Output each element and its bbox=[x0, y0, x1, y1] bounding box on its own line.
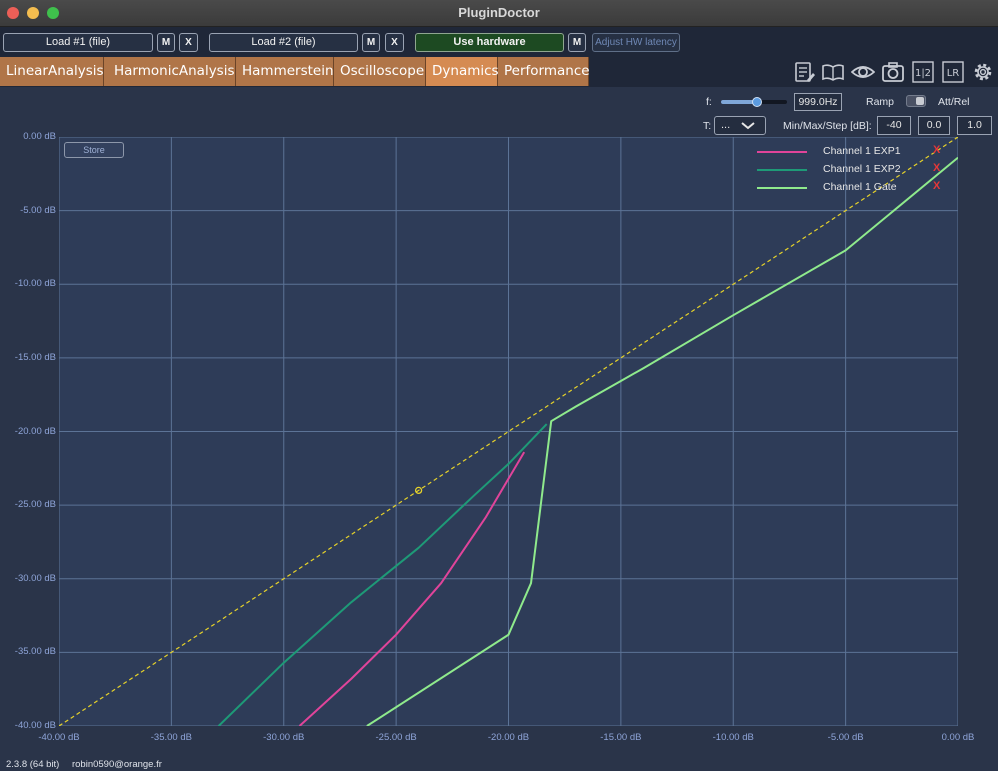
ramp-toggle[interactable] bbox=[906, 95, 926, 107]
dynamics-plot[interactable] bbox=[58, 136, 959, 727]
lr-icon[interactable]: LR bbox=[941, 60, 965, 84]
frequency-slider[interactable] bbox=[721, 97, 787, 107]
x-tick-label: -5.00 dB bbox=[827, 732, 864, 743]
t-dropdown-value: ... bbox=[721, 119, 731, 131]
t-dropdown[interactable]: ... bbox=[714, 116, 766, 135]
legend-label: Channel 1 Gate bbox=[823, 181, 897, 193]
frequency-value[interactable]: 999.0Hz bbox=[794, 93, 842, 111]
window-title: PluginDoctor bbox=[458, 5, 540, 20]
status-bar: 2.3.8 (64 bit) robin0590@orange.fr bbox=[0, 758, 998, 771]
store-button[interactable]: Store bbox=[64, 142, 124, 158]
x-tick-label: -30.00 dB bbox=[263, 732, 305, 743]
tab-dynamics[interactable]: Dynamics bbox=[426, 57, 499, 86]
manual-book-icon[interactable] bbox=[821, 60, 845, 84]
x-tick-label: 0.00 dB bbox=[941, 732, 975, 743]
notes-icon[interactable] bbox=[792, 60, 816, 84]
y-tick-label: -35.00 dB bbox=[14, 646, 56, 658]
y-tick-label: -20.00 dB bbox=[14, 425, 56, 437]
camera-icon[interactable] bbox=[881, 60, 905, 84]
load-2-mono-button[interactable]: M bbox=[362, 33, 380, 52]
load-2-clear-button[interactable]: X bbox=[385, 33, 404, 52]
ramp-label: Ramp bbox=[866, 96, 895, 108]
chevron-down-icon bbox=[741, 122, 755, 130]
title-bar: PluginDoctor bbox=[0, 0, 998, 27]
x-tick-label: -15.00 dB bbox=[600, 732, 642, 743]
y-tick-label: -5.00 dB bbox=[20, 204, 56, 216]
y-tick-label: -25.00 dB bbox=[14, 499, 56, 511]
remove-series-button[interactable]: X bbox=[933, 144, 940, 156]
legend-label: Channel 1 EXP2 bbox=[823, 163, 901, 175]
x-tick-label: -35.00 dB bbox=[150, 732, 192, 743]
version-text: 2.3.8 (64 bit) bbox=[6, 759, 60, 770]
load-1-button[interactable]: Load #1 (file) bbox=[3, 33, 153, 52]
gear-icon[interactable] bbox=[971, 60, 995, 84]
frequency-slider-thumb[interactable] bbox=[752, 97, 763, 107]
y-tick-label: -15.00 dB bbox=[14, 351, 56, 363]
t-label: T: bbox=[703, 120, 712, 132]
min-db-field[interactable]: -40 bbox=[877, 116, 911, 135]
y-tick-label: -10.00 dB bbox=[14, 278, 56, 290]
tab-harmonic-analysis[interactable]: HarmonicAnalysis bbox=[104, 57, 236, 86]
ramp-toggle-knob bbox=[916, 97, 924, 105]
legend-item-exp2: Channel 1 EXP2 X bbox=[757, 161, 947, 177]
legend-label: Channel 1 EXP1 bbox=[823, 145, 901, 157]
svg-text:LR: LR bbox=[947, 68, 960, 79]
load-1-clear-button[interactable]: X bbox=[179, 33, 198, 52]
frequency-label: f: bbox=[706, 96, 712, 108]
tab-linear-analysis[interactable]: LinearAnalysis bbox=[0, 57, 104, 86]
legend-item-exp1: Channel 1 EXP1 X bbox=[757, 143, 947, 159]
adjust-hw-latency-button[interactable]: Adjust HW latency bbox=[592, 33, 680, 52]
remove-series-button[interactable]: X bbox=[933, 162, 940, 174]
eye-icon[interactable] bbox=[851, 60, 875, 84]
series-line-1 bbox=[298, 451, 526, 727]
series-line-3 bbox=[366, 156, 959, 727]
x-tick-label: -20.00 dB bbox=[487, 732, 530, 743]
x-tick-label: -10.00 dB bbox=[712, 732, 754, 743]
y-tick-label: 0.00 dB bbox=[23, 131, 56, 142]
use-hardware-button[interactable]: Use hardware bbox=[415, 33, 564, 52]
min-max-step-label: Min/Max/Step [dB]: bbox=[783, 120, 872, 132]
tab-oscilloscope[interactable]: Oscilloscope bbox=[334, 57, 426, 86]
y-tick-label: -30.00 dB bbox=[14, 572, 56, 584]
att-rel-label: Att/Rel bbox=[938, 96, 970, 108]
y-tick-label: -40.00 dB bbox=[14, 720, 56, 731]
half-icon[interactable]: 1|2 bbox=[911, 60, 935, 84]
x-tick-label: -25.00 dB bbox=[375, 732, 417, 743]
user-email: robin0590@orange.fr bbox=[71, 759, 162, 770]
tab-hammerstein[interactable]: Hammerstein bbox=[236, 57, 334, 86]
legend-item-gate: Channel 1 Gate X bbox=[757, 179, 947, 195]
dynamics-chart bbox=[58, 136, 959, 727]
load-1-mono-button[interactable]: M bbox=[157, 33, 175, 52]
step-db-field[interactable]: 1.0 bbox=[957, 116, 992, 135]
hardware-mono-button[interactable]: M bbox=[568, 33, 586, 52]
series-line-2 bbox=[217, 423, 548, 727]
tab-performance[interactable]: Performance bbox=[498, 57, 590, 86]
max-db-field[interactable]: 0.0 bbox=[918, 116, 950, 135]
svg-text:1|2: 1|2 bbox=[915, 68, 931, 79]
legend-swatch bbox=[757, 187, 807, 189]
legend-swatch bbox=[757, 169, 807, 171]
remove-series-button[interactable]: X bbox=[933, 180, 940, 192]
x-tick-label: -40.00 dB bbox=[38, 732, 80, 743]
legend-swatch bbox=[757, 151, 807, 153]
load-2-button[interactable]: Load #2 (file) bbox=[209, 33, 358, 52]
